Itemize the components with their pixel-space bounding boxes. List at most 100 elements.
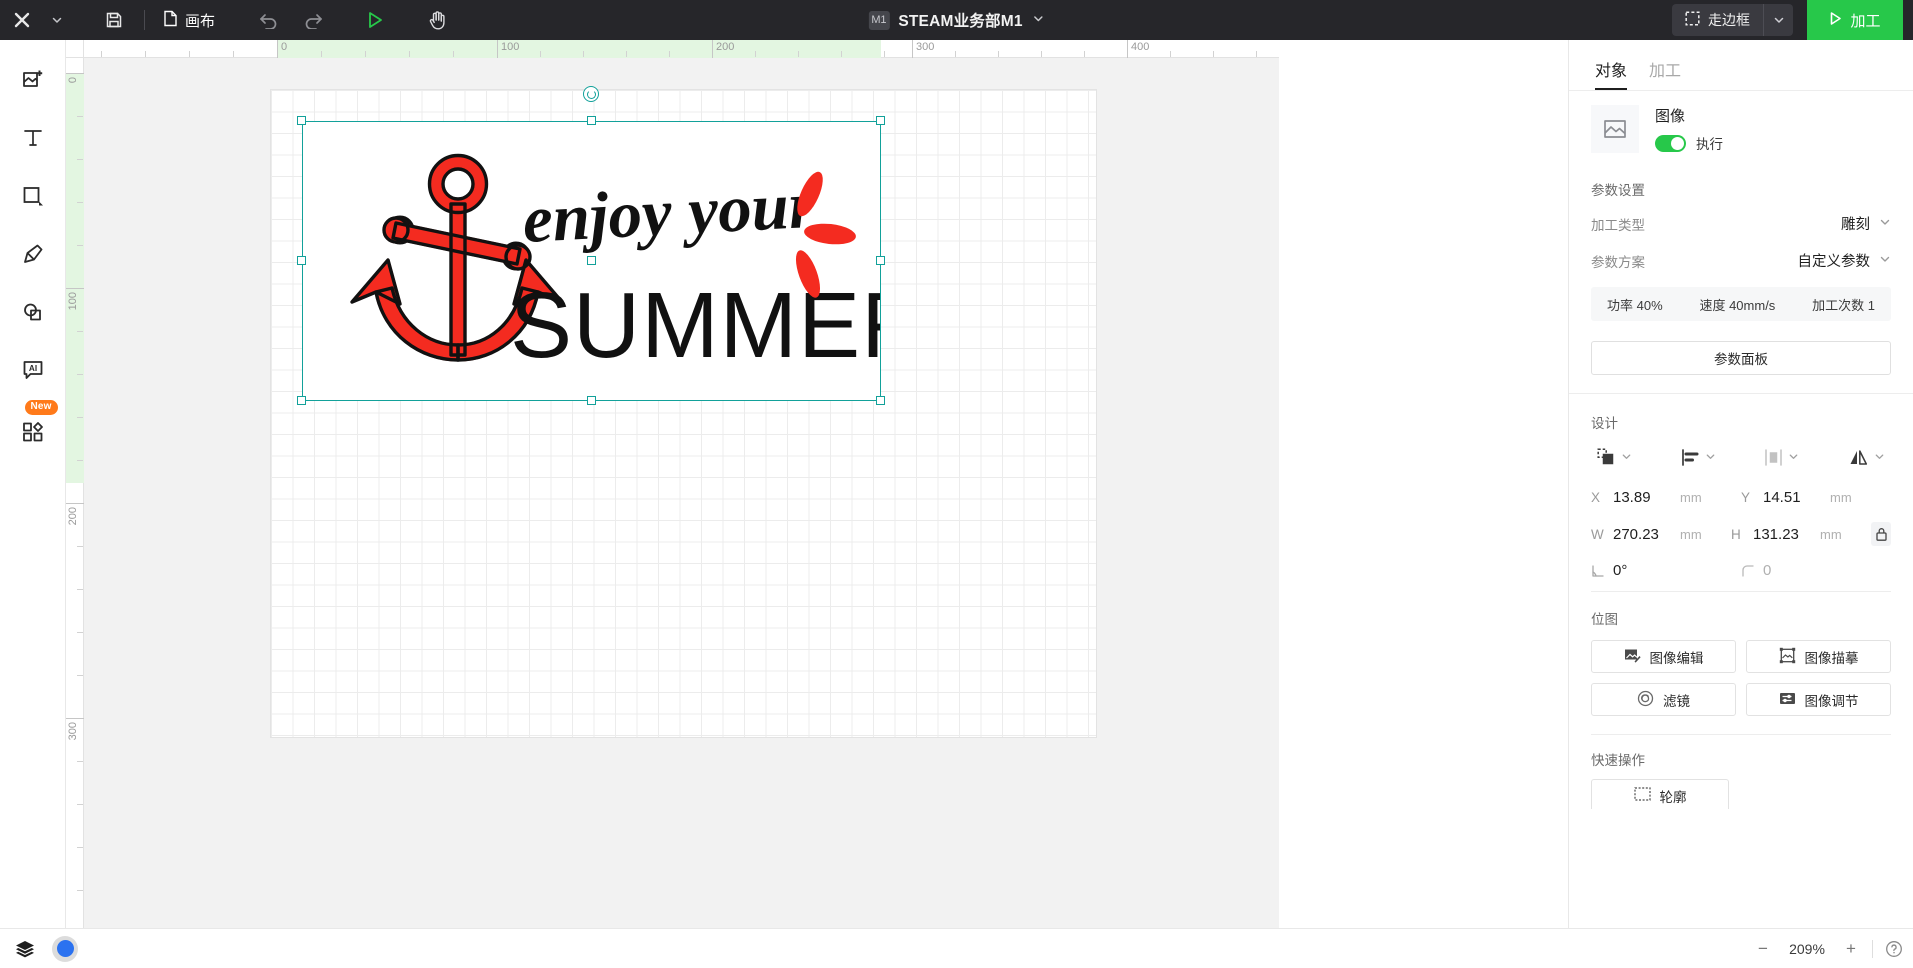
title-chevron-down-icon[interactable]: [1032, 12, 1045, 28]
zoom-in-button[interactable]: +: [1842, 939, 1860, 959]
outline-button[interactable]: 轮廓: [1591, 779, 1729, 809]
process-type-select[interactable]: 雕刻: [1841, 213, 1891, 234]
frame-trace-button[interactable]: 走边框: [1672, 4, 1763, 36]
tab-object[interactable]: 对象: [1595, 57, 1628, 90]
rotate-handle[interactable]: [583, 86, 599, 102]
power-value: 功率 40%: [1607, 297, 1663, 313]
ai-icon[interactable]: AI: [13, 352, 53, 388]
image-trace-icon: [1779, 647, 1796, 667]
bitmap-section-title: 位图: [1591, 612, 1618, 627]
save-icon[interactable]: [92, 0, 136, 40]
zoom-divider: [1872, 939, 1873, 958]
play-triangle-icon[interactable]: [353, 0, 397, 40]
process-type-row[interactable]: 加工类型 雕刻: [1591, 213, 1891, 234]
ruler-horizontal[interactable]: 0 100 200 300 400: [66, 40, 1279, 58]
corner-radius-field[interactable]: 0: [1741, 562, 1891, 579]
ruler-corner[interactable]: [66, 40, 84, 58]
text-icon[interactable]: [13, 120, 53, 156]
group-icon[interactable]: [1597, 448, 1632, 467]
param-scheme-select[interactable]: 自定义参数: [1798, 250, 1892, 271]
filter-button[interactable]: 滤镜: [1591, 683, 1736, 716]
tab-process[interactable]: 加工: [1649, 57, 1681, 90]
document-title[interactable]: M1 STEAM业务部M1: [868, 0, 1044, 40]
handle-middle-left[interactable]: [297, 256, 306, 265]
ruler-vertical[interactable]: 0 100 200 300: [66, 40, 84, 928]
handle-bottom-left[interactable]: [297, 396, 306, 405]
zoom-level-value[interactable]: 209%: [1784, 941, 1830, 957]
h-field[interactable]: H 131.23 mm: [1731, 526, 1871, 543]
logo-chevron-down-icon[interactable]: [44, 0, 70, 40]
link-lock-icon[interactable]: [1871, 522, 1891, 546]
canvas-area[interactable]: enjoy your SUMMER 0: [66, 40, 1279, 928]
chevron-down-icon: [1705, 451, 1716, 465]
chevron-down-icon: [1874, 451, 1885, 465]
image-adjust-button[interactable]: 图像调节: [1746, 683, 1891, 716]
ruler-h-label-0: 0: [281, 41, 288, 53]
ruler-h-label-400: 400: [1131, 41, 1150, 53]
h-label: H: [1731, 526, 1741, 542]
frame-trace-label: 走边框: [1708, 12, 1750, 28]
execute-toggle[interactable]: [1655, 134, 1686, 152]
x-unit: mm: [1680, 490, 1702, 505]
handle-middle-right[interactable]: [876, 256, 885, 265]
image-trace-label: 图像描摹: [1804, 650, 1859, 666]
align-left-icon[interactable]: [1681, 448, 1716, 467]
object-summary: 图像 执行: [1569, 91, 1913, 157]
distribute-horizontal-icon[interactable]: [1764, 448, 1799, 467]
corner-radius-value: 0: [1763, 562, 1772, 579]
chevron-down-icon: [1621, 451, 1632, 465]
mirror-icon[interactable]: [1848, 448, 1885, 467]
right-panel-tabs: 对象 加工: [1569, 40, 1913, 90]
ruler-h-label-100: 100: [501, 41, 520, 53]
handle-center[interactable]: [587, 256, 596, 265]
canvas-label: 画布: [185, 12, 216, 30]
elements-icon[interactable]: New: [13, 400, 58, 450]
left-toolbar: AI New: [0, 40, 66, 928]
x-logo-icon[interactable]: [0, 0, 44, 40]
handle-bottom-right[interactable]: [876, 396, 885, 405]
handle-bottom-center[interactable]: [587, 396, 596, 405]
frame-trace-chevron-down-icon[interactable]: [1763, 4, 1793, 36]
param-scheme-row[interactable]: 参数方案 自定义参数: [1591, 250, 1891, 271]
w-field[interactable]: W 270.23 mm: [1591, 526, 1731, 543]
process-play-icon: [1829, 11, 1842, 30]
hand-icon[interactable]: [415, 0, 459, 40]
add-image-icon[interactable]: [13, 62, 53, 98]
top-toolbar: 画布 M1 STEAM业务部M1 走边框 加工: [0, 0, 1913, 40]
object-type-label: 图像: [1655, 108, 1686, 125]
x-value: 13.89: [1613, 489, 1651, 506]
help-circle-icon[interactable]: [1885, 940, 1903, 958]
param-panel-button[interactable]: 参数面板: [1591, 341, 1891, 375]
handle-top-left[interactable]: [297, 116, 306, 125]
canvas-document-button[interactable]: 画布: [153, 5, 225, 35]
chevron-down-icon: [1879, 216, 1891, 231]
design-section-title: 设计: [1591, 416, 1618, 431]
y-field[interactable]: Y 14.51 mm: [1741, 489, 1891, 506]
color-swatch-icon[interactable]: [52, 935, 78, 962]
layers-icon[interactable]: [8, 939, 42, 959]
outline-icon: [1633, 786, 1651, 805]
pen-icon[interactable]: [13, 236, 53, 272]
h-unit: mm: [1820, 526, 1842, 542]
handle-top-right[interactable]: [876, 116, 885, 125]
undo-icon[interactable]: [247, 0, 291, 40]
redo-icon[interactable]: [291, 0, 335, 40]
param-summary-strip[interactable]: 功率 40% 速度 40mm/s 加工次数 1: [1591, 287, 1891, 321]
param-panel-button-wrap: 参数面板: [1569, 327, 1913, 393]
boolean-shapes-icon[interactable]: [13, 294, 53, 330]
file-icon: [163, 10, 178, 31]
ruler-v-label-100: 100: [67, 292, 79, 311]
frame-dashed-icon: [1685, 11, 1700, 29]
process-button[interactable]: 加工: [1807, 0, 1903, 40]
angle-value: 0°: [1613, 562, 1628, 579]
zoom-out-button[interactable]: −: [1754, 939, 1772, 959]
filter-label: 滤镜: [1663, 693, 1690, 709]
angle-field[interactable]: 0°: [1591, 562, 1741, 579]
image-trace-button[interactable]: 图像描摹: [1746, 640, 1891, 673]
ruler-v-label-200: 200: [67, 507, 79, 526]
image-edit-button[interactable]: 图像编辑: [1591, 640, 1736, 673]
handle-top-center[interactable]: [587, 116, 596, 125]
shape-icon[interactable]: [13, 178, 53, 214]
ruler-h-label-300: 300: [916, 41, 935, 53]
x-field[interactable]: X 13.89 mm: [1591, 489, 1741, 506]
